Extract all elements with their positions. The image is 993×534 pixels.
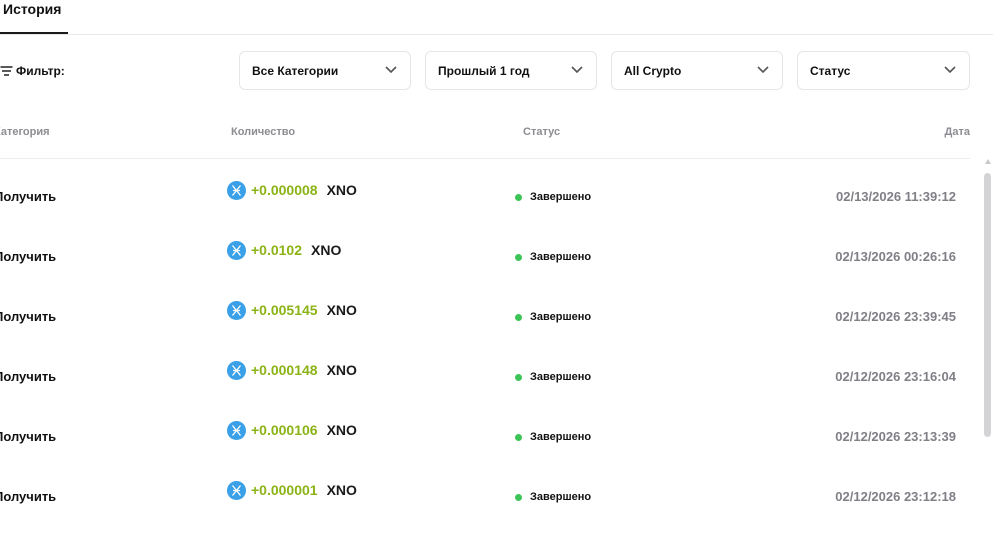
period-filter-value: Прошлый 1 год — [438, 64, 530, 78]
row-status-text: Завершено — [530, 191, 592, 203]
row-status: Завершено — [515, 429, 591, 445]
period-filter-dropdown[interactable]: Прошлый 1 год — [425, 51, 597, 90]
row-amount-value: +0.000106 — [251, 422, 318, 438]
row-status-text: Завершено — [530, 431, 592, 443]
row-amount: +0.0102 XNO — [227, 240, 341, 260]
row-category: Получить — [0, 369, 57, 384]
row-category: Получить — [0, 249, 57, 264]
row-amount-value: +0.0102 — [251, 242, 302, 258]
row-category: Получить — [0, 429, 57, 444]
row-category: Получить — [0, 309, 57, 324]
column-header-amount: Количество — [231, 126, 296, 138]
table-row[interactable]: Получить +0.000008 XNO Завершено 02/13/20… — [0, 180, 970, 249]
nano-coin-icon — [227, 180, 246, 200]
row-category: Получить — [0, 489, 57, 504]
row-amount: +0.000008 XNO — [227, 180, 357, 200]
row-status: Завершено — [515, 249, 591, 265]
transaction-history-page: История Фильтр: Все Категории Прошлый 1 … — [0, 0, 993, 534]
status-dot-icon — [515, 313, 522, 321]
row-amount-value: +0.005145 — [251, 302, 318, 318]
row-amount: +0.005145 XNO — [227, 300, 357, 320]
chevron-down-icon — [757, 66, 769, 74]
row-status: Завершено — [515, 309, 591, 325]
status-dot-icon — [515, 433, 522, 441]
row-amount: +0.000148 XNO — [227, 360, 357, 380]
column-header-status: Статус — [523, 126, 561, 138]
chevron-down-icon — [944, 66, 956, 74]
nano-coin-icon — [227, 480, 246, 500]
table-row[interactable]: Получить +0.000001 XNO Завершено 02/12/20… — [0, 480, 970, 534]
row-date: 02/12/2026 23:13:39 — [835, 429, 956, 444]
status-dot-icon — [515, 373, 522, 381]
crypto-filter-value: All Crypto — [624, 64, 682, 78]
category-filter-value: Все Категории — [252, 64, 339, 78]
nano-coin-icon — [227, 420, 246, 440]
header-divider — [0, 158, 970, 159]
status-filter-dropdown[interactable]: Статус — [797, 51, 970, 90]
row-ticker: XNO — [326, 182, 357, 198]
row-status-text: Завершено — [530, 311, 592, 323]
row-amount: +0.000001 XNO — [227, 480, 357, 500]
row-status-text: Завершено — [530, 371, 592, 383]
row-date: 02/12/2026 23:16:04 — [835, 369, 956, 384]
row-amount-value: +0.000148 — [251, 362, 318, 378]
status-filter-value: Статус — [810, 64, 851, 78]
row-date: 02/13/2026 11:39:12 — [836, 189, 956, 204]
chevron-down-icon — [385, 66, 397, 74]
scroll-up-arrow-icon[interactable] — [985, 159, 991, 164]
chevron-down-icon — [571, 66, 583, 74]
filter-icon — [0, 66, 13, 76]
row-status-text: Завершено — [530, 251, 592, 263]
category-filter-dropdown[interactable]: Все Категории — [239, 51, 411, 90]
row-ticker: XNO — [326, 302, 357, 318]
nano-coin-icon — [227, 300, 246, 320]
row-status: Завершено — [515, 189, 591, 205]
row-status: Завершено — [515, 489, 591, 505]
status-dot-icon — [515, 253, 522, 261]
row-date: 02/12/2026 23:12:18 — [835, 489, 956, 504]
table-row[interactable]: Получить +0.000148 XNO Завершено 02/12/20… — [0, 360, 970, 429]
table-row[interactable]: Получить +0.005145 XNO Завершено 02/12/20… — [0, 300, 970, 369]
tab-history[interactable]: История — [0, 0, 68, 34]
row-amount-value: +0.000001 — [251, 482, 318, 498]
row-amount: +0.000106 XNO — [227, 420, 357, 440]
column-header-date: Дата — [944, 126, 970, 138]
row-ticker: XNO — [311, 242, 342, 258]
column-header-category: Категория — [0, 126, 50, 138]
table-scrollbar[interactable] — [983, 159, 993, 534]
crypto-filter-dropdown[interactable]: All Crypto — [611, 51, 783, 90]
row-status-text: Завершено — [530, 491, 592, 503]
table-row[interactable]: Получить +0.0102 XNO Завершено 02/13/2026… — [0, 240, 970, 309]
filter-label: Фильтр: — [0, 63, 65, 79]
row-status: Завершено — [515, 369, 591, 385]
tab-history-label: История — [3, 1, 62, 17]
row-amount-value: +0.000008 — [251, 182, 318, 198]
row-ticker: XNO — [326, 422, 357, 438]
status-dot-icon — [515, 193, 522, 201]
row-ticker: XNO — [326, 482, 357, 498]
tab-bar: История — [0, 0, 993, 35]
nano-coin-icon — [227, 240, 246, 260]
status-dot-icon — [515, 493, 522, 501]
nano-coin-icon — [227, 360, 246, 380]
table-row[interactable]: Получить +0.000106 XNO Завершено 02/12/20… — [0, 420, 970, 489]
row-date: 02/12/2026 23:39:45 — [835, 309, 956, 324]
scroll-thumb[interactable] — [984, 173, 991, 437]
row-date: 02/13/2026 00:26:16 — [835, 249, 956, 264]
filter-label-text: Фильтр: — [16, 64, 65, 78]
row-ticker: XNO — [326, 362, 357, 378]
row-category: Получить — [0, 189, 57, 204]
